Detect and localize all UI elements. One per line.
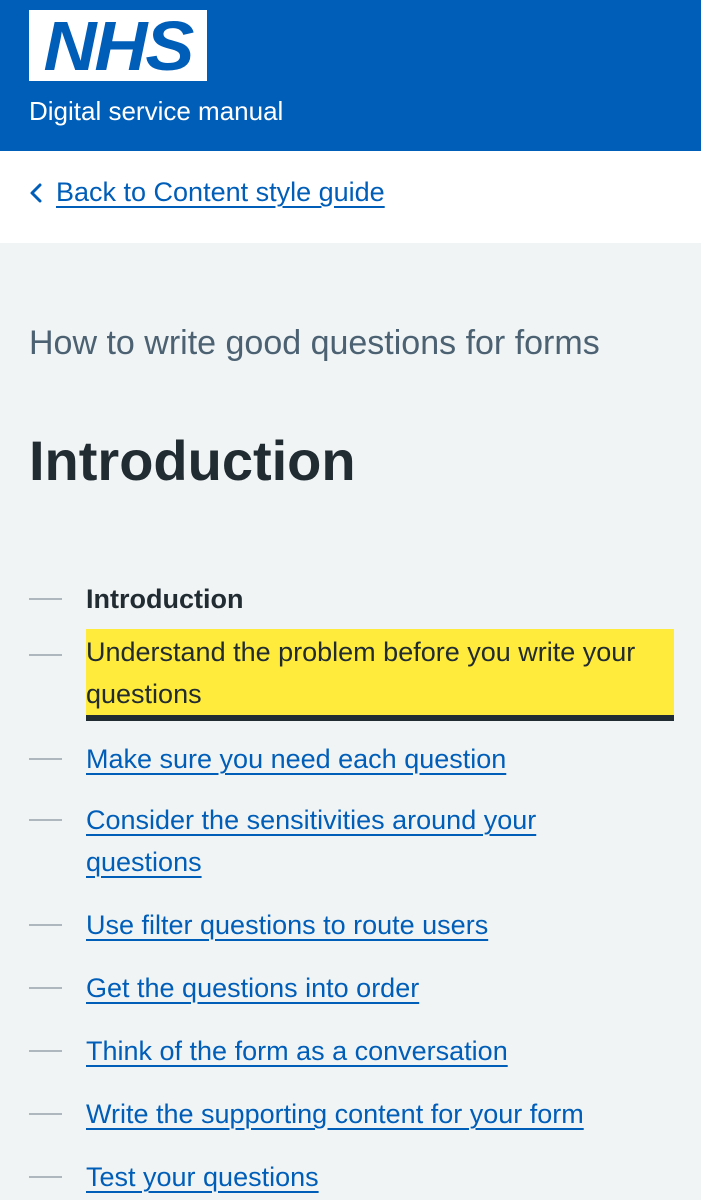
page-caption: How to write good questions for forms (29, 324, 600, 362)
nhs-logo-text: NHS (43, 6, 195, 85)
contents-dash (29, 758, 62, 760)
contents-item-link[interactable]: Use filter questions to route users (86, 904, 676, 946)
contents-item-link[interactable]: Test your questions (86, 1156, 676, 1198)
chevron-left-icon (30, 183, 42, 202)
back-link-label[interactable]: Back to Content style guide (56, 177, 385, 208)
service-name[interactable]: Digital service manual (29, 94, 283, 128)
back-link-bar: Back to Content style guide (0, 151, 701, 243)
contents-item-link[interactable]: Write the supporting content for your fo… (86, 1093, 686, 1135)
site-header: NHS Digital service manual (0, 0, 701, 151)
page-title: Introduction (29, 429, 356, 492)
contents-dash (29, 819, 62, 821)
nhs-logo[interactable]: NHS (29, 10, 207, 81)
back-link[interactable]: Back to Content style guide (28, 177, 385, 208)
contents-item-link[interactable]: Make sure you need each question (86, 738, 676, 780)
contents-dash (29, 1113, 62, 1115)
contents-item-link[interactable]: Consider the sensitivities around your q… (86, 799, 606, 883)
contents-dash (29, 1050, 62, 1052)
contents-item-label: Introduction (86, 584, 244, 614)
contents-dash (29, 987, 62, 989)
contents-dash (29, 924, 62, 926)
contents-item-link[interactable]: Think of the form as a conversation (86, 1030, 676, 1072)
contents-dash (29, 1176, 62, 1178)
contents-item-link[interactable]: Understand the problem before you write … (86, 629, 674, 721)
contents-item-link[interactable]: Get the questions into order (86, 967, 676, 1009)
contents-dash (29, 654, 62, 656)
contents-dash (29, 598, 62, 600)
